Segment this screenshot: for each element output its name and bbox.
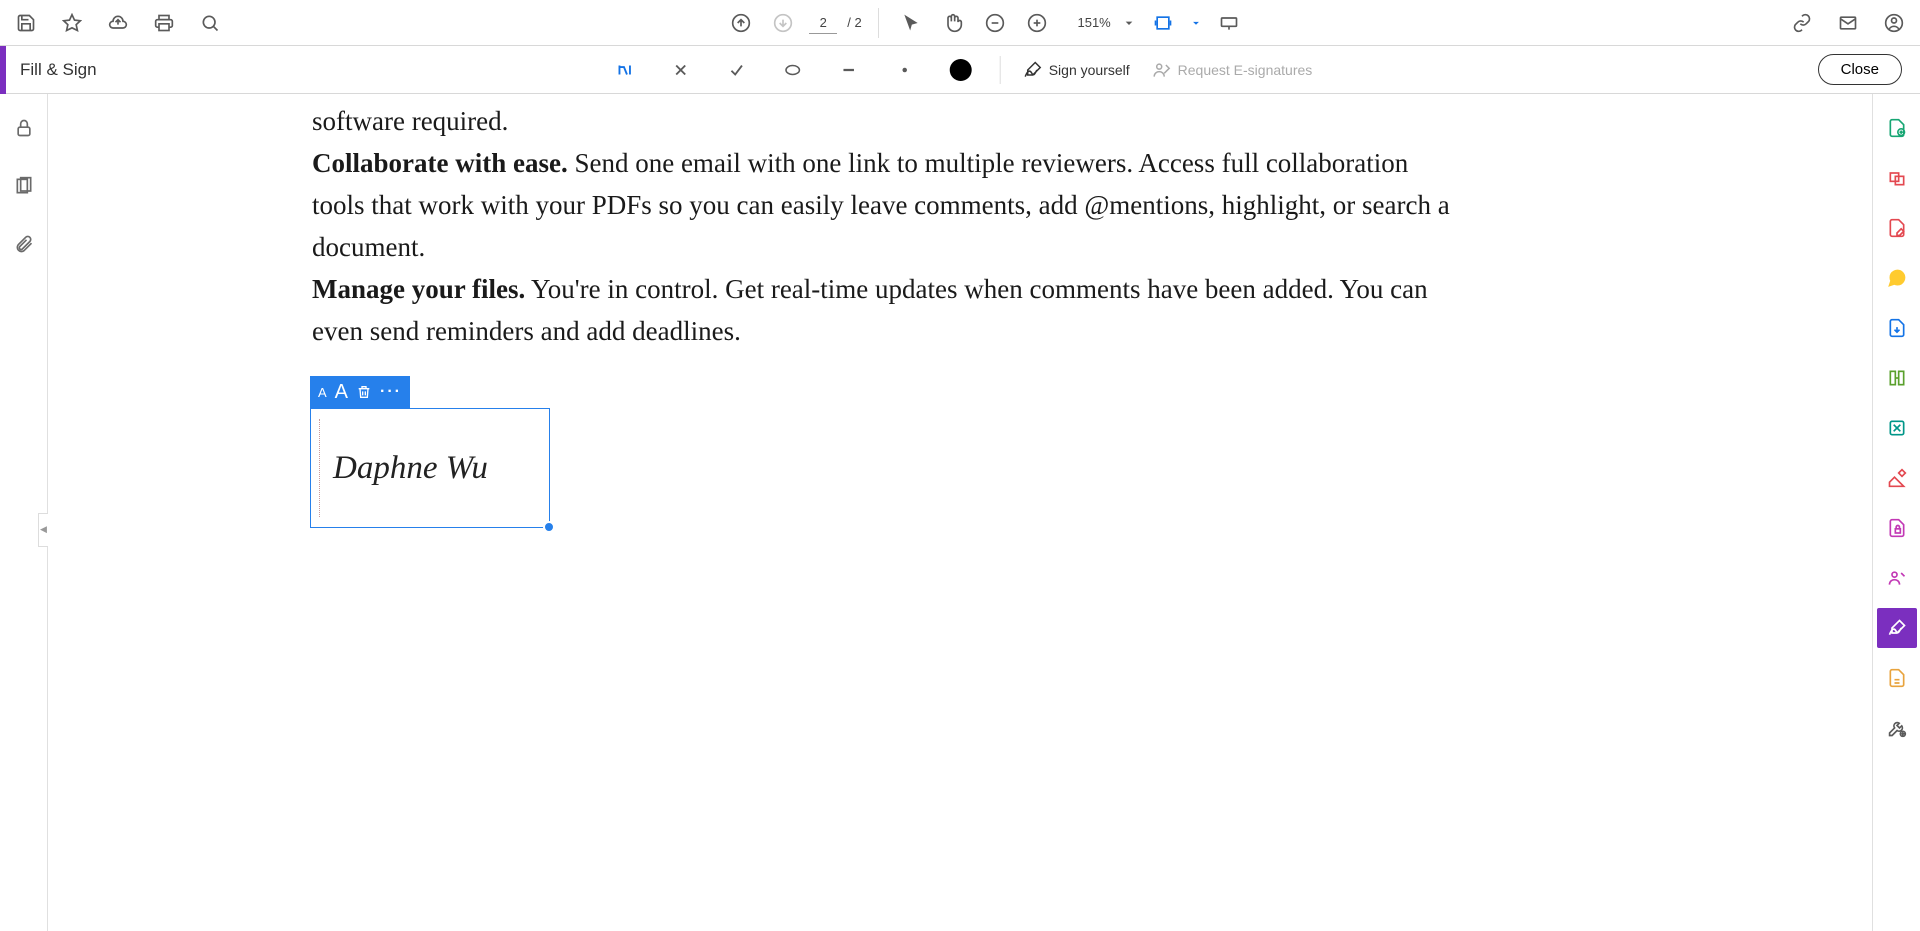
fit-dropdown-icon[interactable] — [1189, 7, 1203, 39]
right-tools-rail — [1872, 94, 1920, 931]
line-tool-icon[interactable] — [832, 53, 866, 87]
request-signatures-tool-icon[interactable] — [1877, 558, 1917, 598]
doc-p1-bold: Collaborate with ease. — [312, 148, 568, 178]
search-icon[interactable] — [194, 7, 226, 39]
zoom-level-label: 151% — [1063, 15, 1111, 30]
doc-p0-tail: software required. — [312, 106, 508, 136]
redact-tool-icon[interactable] — [1877, 458, 1917, 498]
sign-yourself-icon — [1023, 60, 1043, 80]
account-icon[interactable] — [1878, 7, 1910, 39]
sign-yourself-label: Sign yourself — [1049, 62, 1130, 78]
export-pdf-tool-icon[interactable] — [1877, 308, 1917, 348]
zoom-out-icon[interactable] — [979, 7, 1011, 39]
page-number-input[interactable] — [809, 12, 837, 34]
circle-tool-icon[interactable] — [776, 53, 810, 87]
fill-sign-toolbar: Fill & Sign Sign yourself Request E-sign… — [0, 46, 1920, 94]
lock-icon[interactable] — [8, 112, 40, 144]
left-rail: ◀ — [0, 94, 48, 931]
more-tools-icon[interactable] — [1877, 708, 1917, 748]
close-button[interactable]: Close — [1818, 54, 1902, 85]
keyboard-icon[interactable] — [1213, 7, 1245, 39]
attachments-icon[interactable] — [8, 228, 40, 260]
fill-sign-title: Fill & Sign — [6, 60, 111, 80]
doc-p2-bold: Manage your files. — [312, 274, 525, 304]
check-tool-icon[interactable] — [720, 53, 754, 87]
email-icon[interactable] — [1832, 7, 1864, 39]
star-icon[interactable] — [56, 7, 88, 39]
page-down-icon[interactable] — [767, 7, 799, 39]
signature-resize-handle[interactable] — [543, 521, 555, 533]
x-mark-tool-icon[interactable] — [664, 53, 698, 87]
protect-tool-icon[interactable] — [1877, 508, 1917, 548]
zoom-in-icon[interactable] — [1021, 7, 1053, 39]
request-signatures-button[interactable]: Request E-signatures — [1152, 60, 1313, 80]
print-icon[interactable] — [148, 7, 180, 39]
text-tool-icon[interactable] — [608, 53, 642, 87]
share-link-icon[interactable] — [1786, 7, 1818, 39]
hand-tool-icon[interactable] — [937, 7, 969, 39]
fit-width-icon[interactable] — [1147, 7, 1179, 39]
comment-tool-icon[interactable] — [1877, 258, 1917, 298]
signature-size-down[interactable]: A — [318, 385, 327, 400]
edit-pdf-tool-icon[interactable] — [1877, 208, 1917, 248]
color-picker[interactable] — [944, 53, 978, 87]
save-icon[interactable] — [10, 7, 42, 39]
top-toolbar: / 2 151% — [0, 0, 1920, 46]
compress-tool-icon[interactable] — [1877, 408, 1917, 448]
page-up-icon[interactable] — [725, 7, 757, 39]
main-area: ◀ software required. Collaborate with ea… — [0, 94, 1920, 931]
sign-yourself-button[interactable]: Sign yourself — [1023, 60, 1130, 80]
signature-box[interactable]: Daphne Wu — [310, 408, 550, 528]
request-signatures-label: Request E-signatures — [1178, 62, 1313, 78]
organize-tool-icon[interactable] — [1877, 358, 1917, 398]
signature-size-up[interactable]: A — [335, 381, 348, 404]
pdf-page: software required. Collaborate with ease… — [48, 94, 1872, 931]
dot-tool-icon[interactable] — [888, 53, 922, 87]
create-pdf-tool-icon[interactable] — [1877, 108, 1917, 148]
signature-delete-icon[interactable] — [356, 384, 372, 400]
request-signatures-icon — [1152, 60, 1172, 80]
signature-toolbar: A A ··· — [310, 376, 410, 408]
convert-tool-icon[interactable] — [1877, 658, 1917, 698]
zoom-dropdown-icon[interactable] — [1121, 7, 1137, 39]
left-rail-collapse-icon[interactable]: ◀ — [38, 513, 48, 547]
page-total-label: / 2 — [847, 15, 861, 30]
signature-text: Daphne Wu — [325, 450, 488, 487]
signature-more-icon[interactable]: ··· — [380, 383, 402, 401]
select-tool-icon[interactable] — [895, 7, 927, 39]
thumbnails-icon[interactable] — [8, 170, 40, 202]
document-viewport[interactable]: software required. Collaborate with ease… — [48, 94, 1872, 931]
cloud-upload-icon[interactable] — [102, 7, 134, 39]
fill-sign-tool-icon[interactable] — [1877, 608, 1917, 648]
signature-widget[interactable]: A A ··· Daphne Wu — [310, 376, 550, 528]
combine-tool-icon[interactable] — [1877, 158, 1917, 198]
